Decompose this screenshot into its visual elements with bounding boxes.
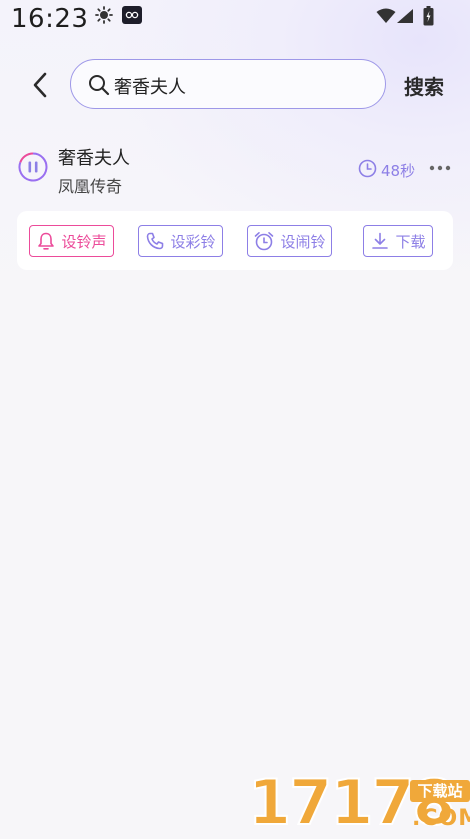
watermark-badge: 下载站 (410, 780, 470, 802)
battery-icon (423, 6, 434, 30)
status-bar: 16:23 (0, 0, 470, 40)
brightness-icon (95, 6, 113, 28)
set-ringtone-label: 设铃声 (61, 232, 107, 251)
phone-icon (147, 232, 164, 250)
download-button[interactable]: 下载 (363, 225, 433, 257)
alarm-clock-icon (255, 232, 274, 251)
set-color-ringtone-button[interactable]: 设彩铃 (138, 225, 223, 257)
set-alarm-button[interactable]: 设闹铃 (247, 225, 332, 257)
song-artist: 凤凰传奇 (58, 177, 123, 196)
song-title: 奢香夫人 (58, 148, 130, 169)
search-button[interactable]: 搜索 (404, 71, 444, 100)
app-notification-icon (122, 6, 142, 24)
search-input[interactable]: 奢香夫人 (70, 59, 386, 109)
set-alarm-label: 设闹铃 (280, 232, 326, 251)
status-time: 16:23 (11, 4, 89, 34)
search-query-text: 奢香夫人 (114, 77, 186, 98)
back-button[interactable] (26, 70, 54, 100)
song-result-row[interactable]: 奢香夫人 凤凰传奇 48秒 (0, 140, 470, 200)
wifi-icon (376, 8, 396, 28)
song-actions-card: 设铃声 设彩铃 设闹铃 下载 (17, 211, 453, 270)
set-ringtone-button[interactable]: 设铃声 (29, 225, 114, 257)
more-horizontal-icon (429, 165, 451, 171)
set-color-ringtone-label: 设彩铃 (170, 232, 216, 251)
clock-icon (358, 159, 377, 178)
download-icon (372, 232, 389, 249)
watermark-domain: .COM (412, 806, 470, 831)
site-watermark: 17178 下载站 .COM (240, 767, 470, 839)
bell-icon (38, 232, 55, 250)
more-options-button[interactable] (428, 160, 454, 176)
pause-button[interactable] (18, 152, 48, 182)
search-header: 奢香夫人 搜索 (0, 58, 470, 112)
search-icon (88, 74, 110, 100)
chevron-left-icon (33, 72, 47, 98)
duration-text: 48秒 (381, 162, 416, 180)
download-label: 下载 (395, 232, 426, 251)
cellular-signal-icon (396, 8, 414, 28)
pause-icon (18, 152, 48, 182)
